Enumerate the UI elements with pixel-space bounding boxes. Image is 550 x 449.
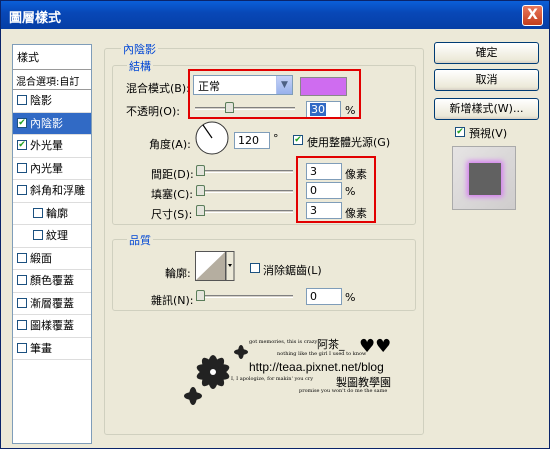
sidebar-item-label: 斜角和浮雕 [30,184,85,197]
choke-slider-track[interactable] [197,190,293,193]
choke-slider-handle[interactable] [196,185,205,196]
new-style-button[interactable]: 新增樣式(W)... [434,98,539,120]
sidebar-item-label: 輪廓 [46,206,68,220]
sidebar-item-label: 筆畫 [30,341,52,355]
sidebar-item[interactable]: 筆畫 [13,338,91,360]
noise-label: 雜訊(N): [151,294,194,307]
sidebar-item[interactable]: 內光暈 [13,158,91,180]
preview-label: 預視(V) [469,127,508,140]
angle-value: 120 [238,134,259,147]
global-light-checkbox[interactable]: ✔ [293,135,303,145]
sidebar-item-checkbox[interactable] [33,230,43,240]
sidebar-item-checkbox[interactable] [17,252,27,263]
inner-shadow-section-title: 內陰影 [121,41,158,57]
sidebar-item[interactable]: 緞面 [13,248,91,270]
dialog-title: 圖層樣式 [9,11,62,26]
sidebar-item-checkbox[interactable] [17,185,27,195]
sidebar-item[interactable]: 顏色覆蓋 [13,270,91,293]
sidebar-item-label: 緞面 [30,251,52,265]
sidebar-item-checkbox[interactable] [17,297,27,308]
blend-mode-label: 混合模式(B): [126,82,190,95]
watermark-line4: promise you won't do me the same [299,388,388,394]
size-slider-handle[interactable] [196,205,205,216]
sidebar-item-checkbox[interactable]: ✔ [17,140,27,150]
anti-alias-checkbox[interactable] [250,263,260,273]
angle-dial[interactable] [195,121,229,155]
quality-title: 品質 [127,232,153,248]
sidebar-item-checkbox[interactable]: ✔ [17,117,27,128]
sidebar-item[interactable]: 陰影 [13,90,91,113]
global-light-label: 使用整體光源(G) [307,136,391,149]
noise-slider-track[interactable] [197,295,293,298]
layer-style-dialog: 圖層樣式 X 樣式 混合選項:自訂 陰影 ✔ 內陰影 ✔ 外光暈 內光暈 斜角和浮雕 輪廓 紋理… [0,0,550,449]
sidebar-item-checkbox[interactable] [17,275,27,285]
sidebar-item-label: 漸層覆蓋 [30,296,74,310]
distance-slider-handle[interactable] [196,165,205,176]
preview-checkbox[interactable]: ✔ [455,127,465,137]
sidebar-item-checkbox[interactable] [17,162,27,173]
sidebar-item-label: 圖樣覆蓋 [30,319,74,332]
distance-label: 間距(D): [151,168,194,181]
anti-alias-label: 消除鋸齒(L) [263,264,322,277]
noise-slider-handle[interactable] [196,290,205,301]
ok-button[interactable]: 確定 [434,42,539,64]
sidebar-item[interactable]: 漸層覆蓋 [13,293,91,315]
watermark-line2: nothing like the girl I used to know [277,351,367,357]
watermark-line3: I, I apologize, for makin' you cry [231,376,314,382]
sidebar-item-checkbox[interactable] [17,95,27,105]
sidebar-item-checkbox[interactable] [17,320,27,330]
sidebar-item-label: 顏色覆蓋 [30,274,74,287]
watermark-url: http://teaa.pixnet.net/blog [249,360,384,374]
sidebar-item-label: 外光暈 [30,139,63,152]
distance-slider-track[interactable] [197,170,293,173]
highlight-box-blend-opacity [188,69,361,119]
noise-unit: % [345,291,356,304]
sidebar-item-label: 紋理 [46,229,68,242]
sidebar-item[interactable]: 斜角和浮雕 [13,180,91,203]
size-label: 尺寸(S): [151,208,193,221]
contour-picker[interactable] [195,251,235,281]
contour-label: 輪廓: [165,267,191,280]
watermark-name: 阿茶_ [317,338,345,351]
styles-list: 樣式 混合選項:自訂 陰影 ✔ 內陰影 ✔ 外光暈 內光暈 斜角和浮雕 輪廓 紋理 緞面 顏色覆蓋漸… [12,44,92,444]
size-slider-track[interactable] [197,210,293,213]
sidebar-item[interactable]: 圖樣覆蓋 [13,315,91,338]
highlight-box-distance-size [296,156,376,223]
noise-value: 0 [310,290,317,303]
sidebar-item[interactable]: ✔ 內陰影 [13,112,91,135]
structure-title: 結構 [127,58,153,74]
sidebar-item[interactable]: ✔ 外光暈 [13,135,91,158]
style-preview-thumbnail [452,146,516,210]
choke-label: 填塞(C): [151,188,193,201]
sidebar-item[interactable]: 輪廓 [13,203,91,225]
sidebar-item-label: 內光暈 [30,161,63,175]
styles-header[interactable]: 樣式 [13,45,91,70]
noise-input[interactable]: 0 [306,288,342,305]
sidebar-item-label: 內陰影 [30,116,63,130]
sidebar-item-checkbox[interactable] [17,342,27,353]
angle-unit: ° [273,132,279,145]
angle-input[interactable]: 120 [234,132,270,149]
title-bar[interactable]: 圖層樣式 X [1,1,549,29]
watermark-line1: got memories, this is crazy [249,339,318,345]
flower-logo [184,345,248,405]
cancel-button[interactable]: 取消 [434,69,539,91]
sidebar-item-label: 陰影 [30,94,52,107]
close-button[interactable]: X [522,5,543,26]
angle-label: 角度(A): [149,138,191,151]
watermark: got memories, this is crazy 阿茶_ ♥♥ nothi… [179,336,429,416]
blending-options-item[interactable]: 混合選項:自訂 [13,70,91,90]
sidebar-item-checkbox[interactable] [33,207,43,218]
opacity-label: 不透明(O): [126,105,180,118]
preview-square [469,163,501,195]
sidebar-item[interactable]: 紋理 [13,225,91,248]
